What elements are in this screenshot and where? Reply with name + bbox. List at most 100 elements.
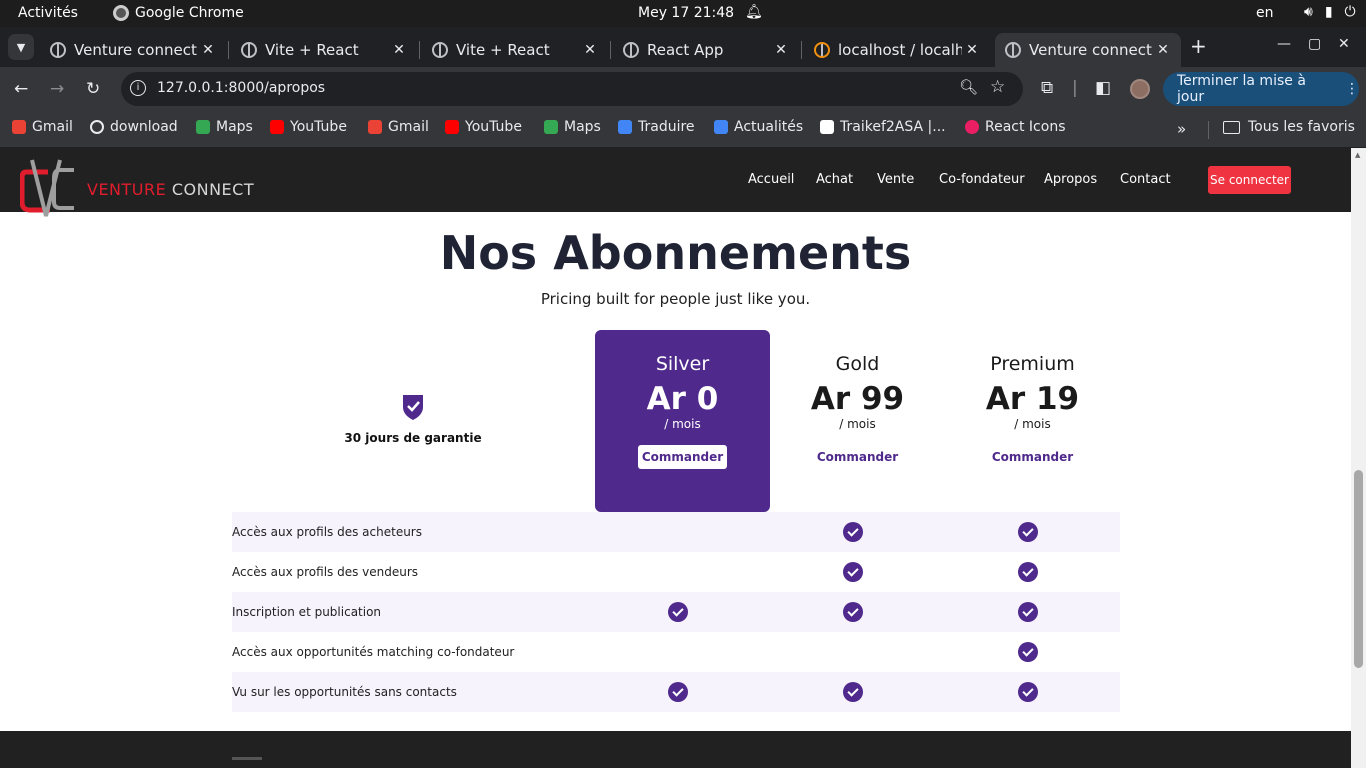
reload-icon[interactable]: ↻ [86,79,100,99]
minimize-icon[interactable]: — [1277,36,1291,52]
bookmark-traduire[interactable]: Traduire [618,119,695,135]
maps-icon [544,120,558,134]
order-button[interactable]: Commander [813,445,902,469]
nav-vente[interactable]: Vente [877,172,914,187]
bookmark-maps[interactable]: Maps [544,119,601,135]
tab[interactable]: localhost / localhost ✕ [804,33,990,67]
close-icon[interactable]: ✕ [198,42,218,58]
nav-accueil[interactable]: Accueil [748,172,794,187]
app-menu[interactable]: Google Chrome [113,5,244,21]
bookmark-star-icon[interactable]: ☆ [990,77,1005,97]
site-info-icon[interactable]: i [130,80,146,96]
feature-label: Accès aux profils des acheteurs [232,525,422,539]
nav-contact[interactable]: Contact [1120,172,1171,187]
check-circle-icon [1018,602,1038,622]
all-bookmarks-button[interactable]: Tous les favoris [1223,119,1355,135]
language-indicator[interactable]: en [1256,5,1274,21]
check-circle-icon [668,602,688,622]
check-circle-icon [1018,682,1038,702]
close-icon[interactable]: ✕ [389,42,409,58]
plan-period: / mois [664,417,701,431]
plan-premium: Premium Ar 19 / mois Commander [945,353,1120,469]
order-button[interactable]: Commander [637,445,728,469]
check-circle-icon [843,602,863,622]
tab-title: localhost / localhost [838,41,962,59]
globe-icon [90,120,104,134]
side-panel-icon[interactable]: ◧ [1095,78,1111,98]
extensions-puzzle-icon[interactable]: ⧉ [1041,78,1053,98]
forward-arrow-icon[interactable]: → [50,79,64,99]
nav-achat[interactable]: Achat [816,172,853,187]
tab-divider [801,41,802,59]
close-icon[interactable]: ✕ [580,42,600,58]
tab-divider [228,41,229,59]
close-icon[interactable]: ✕ [771,42,791,58]
bookmark-maps[interactable]: Maps [196,119,253,135]
feature-label: Accès aux profils des vendeurs [232,565,419,579]
bookmark-actualites[interactable]: Actualités [714,119,803,135]
guarantee-badge: 30 jours de garantie [338,393,488,446]
site-footer [0,731,1351,768]
system-tray[interactable]: 🔊︎ ▮ ⏻ [1304,4,1356,20]
bookmark-react-icons[interactable]: React Icons [965,119,1066,135]
check-circle-icon [843,522,863,542]
phpmyadmin-icon [814,42,830,58]
translate-icon [618,120,632,134]
maximize-icon[interactable]: ▢ [1308,36,1321,52]
bookmark-youtube[interactable]: YouTube [270,119,347,135]
login-button[interactable]: Se connecter [1208,166,1291,194]
venture-connect-logo[interactable] [20,158,80,218]
new-tab-button[interactable]: + [1190,34,1207,58]
close-icon[interactable]: ✕ [962,42,982,58]
chrome-icon [113,5,129,21]
bookmark-gmail[interactable]: Gmail [368,119,429,135]
order-button[interactable]: Commander [988,445,1077,469]
profile-avatar[interactable] [1130,79,1150,99]
bookmark-youtube[interactable]: YouTube [445,119,522,135]
update-button[interactable]: Terminer la mise à jour ⋮ [1163,72,1359,106]
scrollbar-thumb[interactable] [1354,470,1363,668]
close-icon[interactable]: ✕ [1153,42,1173,58]
feature-row: Vu sur les opportunités sans contacts [232,672,1120,712]
plan-price: Ar 0 [646,381,719,417]
window-close-icon[interactable]: ✕ [1338,36,1350,52]
tab[interactable]: React App ✕ [613,33,799,67]
shield-check-icon [403,395,423,420]
power-icon: ⏻ [1344,4,1356,20]
tab[interactable]: Venture connect ✕ [40,33,226,67]
tab[interactable]: Vite + React ✕ [231,33,417,67]
globe-icon [1005,42,1021,58]
tab-search-button[interactable]: ▼ [8,34,34,60]
kebab-menu-icon[interactable]: ⋮ [1345,81,1359,97]
react-icons-icon [965,120,979,134]
bookmark-gmail[interactable]: Gmail [12,119,73,135]
notification-bell-icon[interactable]: 🔔︎ [745,4,763,20]
scroll-up-arrow-icon[interactable]: ▲ [1355,151,1360,159]
check-circle-icon [843,682,863,702]
chevron-double-right-icon[interactable]: » [1177,120,1186,138]
youtube-icon [445,120,459,134]
tab-title: Vite + React [456,41,550,59]
bookmarks-divider [1208,121,1209,139]
clock[interactable]: Mey 17 21:48 [638,5,734,21]
bookmark-traikef2asa[interactable]: Traikef2ASA |... [820,119,946,135]
nav-apropos[interactable]: Apropos [1044,172,1097,187]
bookmark-download[interactable]: download [90,119,178,135]
plan-period: / mois [839,417,876,431]
footer-logo [232,757,262,768]
logo-wordmark: VENTURE CONNECT [87,180,255,199]
browser-toolbar: ← → ↻ i 127.0.0.1:8000/apropos 🔍︎ ☆ ⧉ | … [0,67,1366,112]
tab[interactable]: Vite + React ✕ [422,33,608,67]
tab-active[interactable]: Venture connect ✕ [995,33,1181,67]
url-text[interactable]: 127.0.0.1:8000/apropos [157,80,325,96]
address-bar[interactable]: i 127.0.0.1:8000/apropos 🔍︎ ☆ [121,72,1023,106]
nav-co-fondateur[interactable]: Co-fondateur [939,172,1025,187]
pricing-subtitle: Pricing built for people just like you. [540,290,811,308]
back-arrow-icon[interactable]: ← [14,79,28,99]
activities-button[interactable]: Activités [18,5,78,21]
zoom-magnifier-icon[interactable]: 🔍︎ [959,78,978,96]
page-scrollbar[interactable]: ▲ [1351,148,1366,768]
pricing-title: Nos Abonnements [439,226,912,280]
tab-title: Venture connect [74,41,197,59]
youtube-icon [270,120,284,134]
